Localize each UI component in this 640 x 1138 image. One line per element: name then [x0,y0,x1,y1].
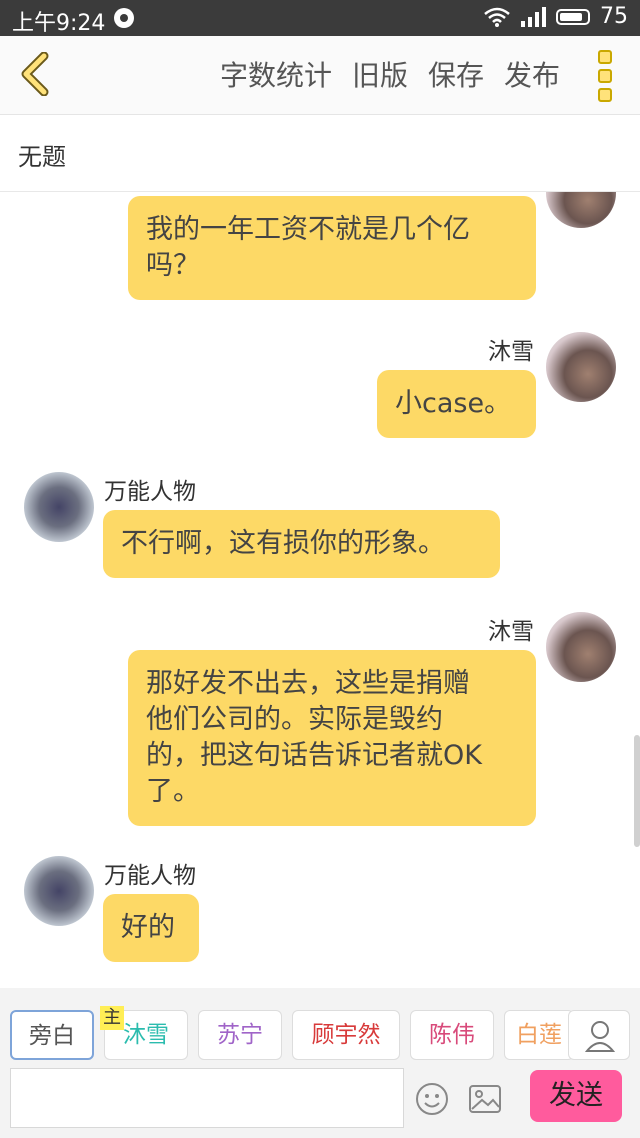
toolbar-actions: 字数统计 旧版 保存 发布 [220,54,560,94]
more-vertical-icon[interactable] [598,50,614,102]
message-bubble[interactable]: 我的一年工资不就是几个亿 吗？ [128,196,536,300]
role-guyuran[interactable]: 顾宇然 [292,1010,400,1060]
chat-area[interactable]: 我的一年工资不就是几个亿 吗？ 沐雪 小case。 万能人物 不行啊，这有损你的… [0,192,640,988]
image-icon[interactable] [468,1084,502,1114]
emoji-icon[interactable] [415,1082,449,1116]
message-line: 小case。 [395,388,512,419]
add-role-button[interactable] [568,1010,630,1060]
document-title[interactable]: 无题 [18,137,66,172]
avatar [546,612,616,682]
battery-icon [556,8,590,25]
wifi-icon [484,7,510,27]
sender-name: 万能人物 [104,479,196,505]
status-bar: 上午9:24 75 [0,0,640,36]
person-icon [584,1021,616,1052]
battery-level: 75 [600,4,628,29]
host-badge: 主 [100,1006,124,1030]
save-button[interactable]: 保存 [428,54,484,94]
chevron-left-icon[interactable] [16,52,56,96]
title-row[interactable]: 无题 [0,115,640,192]
message-bubble[interactable]: 不行啊，这有损你的形象。 [103,510,500,578]
avatar [24,472,94,542]
role-bailian[interactable]: 白莲 [504,1010,574,1060]
publish-button[interactable]: 发布 [504,54,560,94]
avatar [24,856,94,926]
role-chenwei[interactable]: 陈伟 [410,1010,494,1060]
role-narrator[interactable]: 旁白 [10,1010,94,1060]
status-right: 75 [484,4,628,29]
word-count-button[interactable]: 字数统计 [220,54,332,94]
message-line: 了。 [146,776,200,807]
scrollbar-thumb[interactable] [634,735,640,847]
message-line: 那好发不出去，这些是捐赠 [146,668,470,699]
send-button[interactable]: 发送 [530,1070,622,1122]
message-bubble[interactable]: 那好发不出去，这些是捐赠 他们公司的。实际是毁约 的，把这句话告诉记者就OK 了… [128,650,536,826]
sender-name: 沐雪 [488,339,534,365]
role-selector: 旁白 沐雪 主 苏宁 顾宇然 陈伟 白莲 [0,1006,640,1062]
composer-area: 旁白 沐雪 主 苏宁 顾宇然 陈伟 白莲 发送 [0,988,640,1138]
sender-name: 沐雪 [488,619,534,645]
status-time: 上午9:24 [12,11,106,36]
editor-toolbar: 字数统计 旧版 保存 发布 [0,36,640,115]
role-suning[interactable]: 苏宁 [198,1010,282,1060]
message-bubble[interactable]: 好的 [103,894,199,962]
message-line: 不行啊，这有损你的形象。 [121,528,445,559]
avatar [546,332,616,402]
signal-icon [521,6,546,27]
sender-name: 万能人物 [104,863,196,889]
message-input[interactable] [10,1068,404,1128]
message-bubble[interactable]: 小case。 [377,370,536,438]
message-line: 他们公司的。实际是毁约 [146,704,443,735]
old-version-button[interactable]: 旧版 [352,54,408,94]
notification-icon [114,8,134,28]
avatar [546,192,616,228]
message-line: 的，把这句话告诉记者就OK [146,740,482,771]
message-line: 吗？ [146,250,200,281]
message-line: 我的一年工资不就是几个亿 [146,214,470,245]
message-line: 好的 [121,912,175,943]
